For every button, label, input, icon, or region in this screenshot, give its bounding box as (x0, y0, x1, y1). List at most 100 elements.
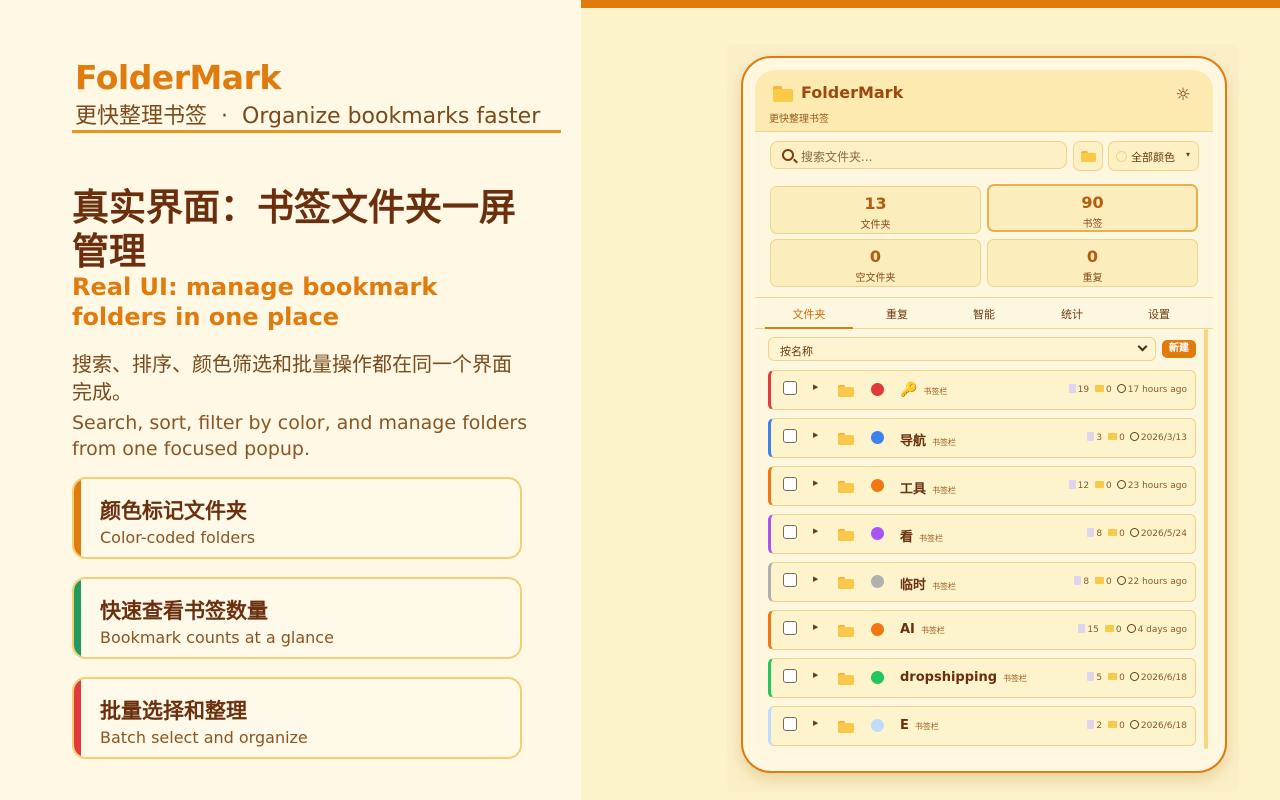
subfolder-count-icon (1108, 721, 1118, 728)
row-checkbox[interactable] (783, 381, 797, 395)
theme-toggle-sun-icon[interactable]: ☼ (1173, 85, 1193, 105)
folder-row[interactable]: ▶ E 书签栏 2 0 2026/6/18 (768, 706, 1196, 746)
folder-icon (838, 481, 854, 493)
chevron-down-icon (1137, 341, 1148, 352)
clock-icon (1129, 528, 1139, 537)
tab-smart[interactable]: 智能 (940, 306, 1028, 322)
folder-color-dot[interactable] (871, 383, 884, 396)
folder-color-dot[interactable] (871, 479, 884, 492)
app-header: FolderMark 更快整理书签 ☼ (755, 70, 1213, 132)
folder-meta: 2 0 2026/6/18 (1087, 720, 1187, 731)
bookmark-count-icon (1074, 576, 1082, 585)
bookmark-count: 8 (1096, 529, 1103, 539)
folder-badge: 书签栏 (923, 387, 948, 396)
subfolder-count: 0 (1106, 577, 1112, 587)
stat-value: 0 (1086, 247, 1099, 266)
search-input[interactable]: 搜索文件夹... (770, 141, 1067, 169)
scrollbar[interactable] (1204, 329, 1208, 749)
folder-row[interactable]: ▶ AI 书签栏 15 0 4 days ago (768, 610, 1196, 650)
folder-meta: 3 0 2026/3/13 (1087, 432, 1187, 443)
key-icon: 🔑 (900, 382, 918, 398)
bookmark-count: 5 (1096, 673, 1103, 683)
stat-folders[interactable]: 13 文件夹 (770, 186, 981, 234)
folder-meta: 15 0 4 days ago (1078, 624, 1187, 635)
folder-color-dot[interactable] (871, 623, 884, 636)
folder-row[interactable]: ▶ 临时 书签栏 8 0 22 hours ago (768, 562, 1196, 602)
bookmark-count: 15 (1087, 625, 1099, 635)
subfolder-count: 0 (1119, 721, 1125, 731)
expand-arrow-icon[interactable]: ▶ (813, 527, 818, 535)
expand-arrow-icon[interactable]: ▶ (813, 383, 818, 391)
clock-icon (1129, 720, 1139, 729)
clock-icon (1116, 480, 1126, 489)
row-checkbox[interactable] (783, 429, 797, 443)
stat-value: 90 (1081, 193, 1104, 212)
subfolder-count-icon (1095, 385, 1105, 392)
expand-arrow-icon[interactable]: ▶ (813, 431, 818, 439)
brand-title: FolderMark (75, 58, 281, 97)
subfolder-count-icon (1095, 481, 1105, 488)
folder-row[interactable]: ▶ 🔑 书签栏 19 0 17 hours ago (768, 370, 1196, 410)
folder-color-dot[interactable] (871, 575, 884, 588)
row-checkbox[interactable] (783, 669, 797, 683)
folder-color-dot[interactable] (871, 671, 884, 684)
folder-icon (838, 625, 854, 637)
headline-cn: 真实界面：书签文件夹一屏管理 (72, 186, 516, 273)
folder-name: dropshipping 书签栏 (900, 670, 1028, 685)
sort-label: 按名称 (780, 345, 813, 358)
row-checkbox[interactable] (783, 525, 797, 539)
feature-title: 批量选择和整理 (100, 699, 247, 723)
folder-row[interactable]: ▶ 导航 书签栏 3 0 2026/3/13 (768, 418, 1196, 458)
subfolder-count: 0 (1119, 673, 1125, 683)
tab-duplicates[interactable]: 重复 (853, 306, 941, 322)
expand-arrow-icon[interactable]: ▶ (813, 623, 818, 631)
folder-icon (773, 86, 793, 102)
row-checkbox[interactable] (783, 717, 797, 731)
subfolder-count-icon (1108, 673, 1118, 680)
folder-color-dot[interactable] (871, 431, 884, 444)
feature-accent-bar (74, 579, 81, 657)
search-icon (782, 149, 794, 161)
feature-subtitle: Bookmark counts at a glance (100, 628, 334, 647)
tab-settings[interactable]: 设置 (1115, 306, 1203, 322)
stat-bookmarks[interactable]: 90 书签 (987, 184, 1198, 232)
expand-arrow-icon[interactable]: ▶ (813, 719, 818, 727)
tab-stats[interactable]: 统计 (1028, 306, 1116, 322)
tab-folders[interactable]: 文件夹 (765, 306, 853, 322)
folder-color-dot[interactable] (871, 527, 884, 540)
bookmark-count-icon (1068, 384, 1076, 393)
folder-filter-button[interactable] (1073, 141, 1103, 171)
folder-color-dot[interactable] (871, 719, 884, 732)
folder-row[interactable]: ▶ 工具 书签栏 12 0 23 hours ago (768, 466, 1196, 506)
bookmark-count: 3 (1096, 433, 1103, 443)
row-checkbox[interactable] (783, 621, 797, 635)
stat-value: 13 (864, 194, 887, 213)
expand-arrow-icon[interactable]: ▶ (813, 575, 818, 583)
folder-meta: 12 0 23 hours ago (1068, 480, 1187, 491)
headline-en: Real UI: manage bookmark folders in one … (72, 273, 438, 331)
folder-row[interactable]: ▶ 看书签栏 8 0 2026/5/24 (768, 514, 1196, 554)
bookmark-count-icon (1087, 432, 1095, 441)
stat-empty-folders[interactable]: 0 空文件夹 (770, 239, 981, 287)
row-checkbox[interactable] (783, 477, 797, 491)
expand-arrow-icon[interactable]: ▶ (813, 671, 818, 679)
sort-select[interactable]: 按名称 (768, 337, 1156, 361)
folder-meta: 5 0 2026/6/18 (1087, 672, 1187, 683)
subfolder-count: 0 (1106, 481, 1112, 491)
subfolder-count-icon (1104, 625, 1114, 632)
feature-subtitle: Color-coded folders (100, 528, 256, 547)
stat-duplicates[interactable]: 0 重复 (987, 239, 1198, 287)
folder-badge: 书签栏 (1003, 674, 1028, 683)
feature-subtitle: Batch select and organize (100, 728, 308, 747)
folder-name: 导航 书签栏 (900, 434, 957, 449)
row-checkbox[interactable] (783, 573, 797, 587)
feature-card: 快速查看书签数量 Bookmark counts at a glance (72, 577, 522, 659)
expand-arrow-icon[interactable]: ▶ (813, 479, 818, 487)
color-filter-select[interactable]: 全部颜色 ▾ (1108, 141, 1199, 171)
new-folder-button[interactable]: 新建 (1162, 340, 1196, 358)
folder-row[interactable]: ▶ dropshipping 书签栏 5 0 2026/6/18 (768, 658, 1196, 698)
bookmark-count-icon (1087, 672, 1095, 681)
accent-strip (581, 0, 1280, 8)
updated-time: 2026/6/18 (1140, 673, 1187, 683)
feature-title: 颜色标记文件夹 (100, 499, 247, 523)
